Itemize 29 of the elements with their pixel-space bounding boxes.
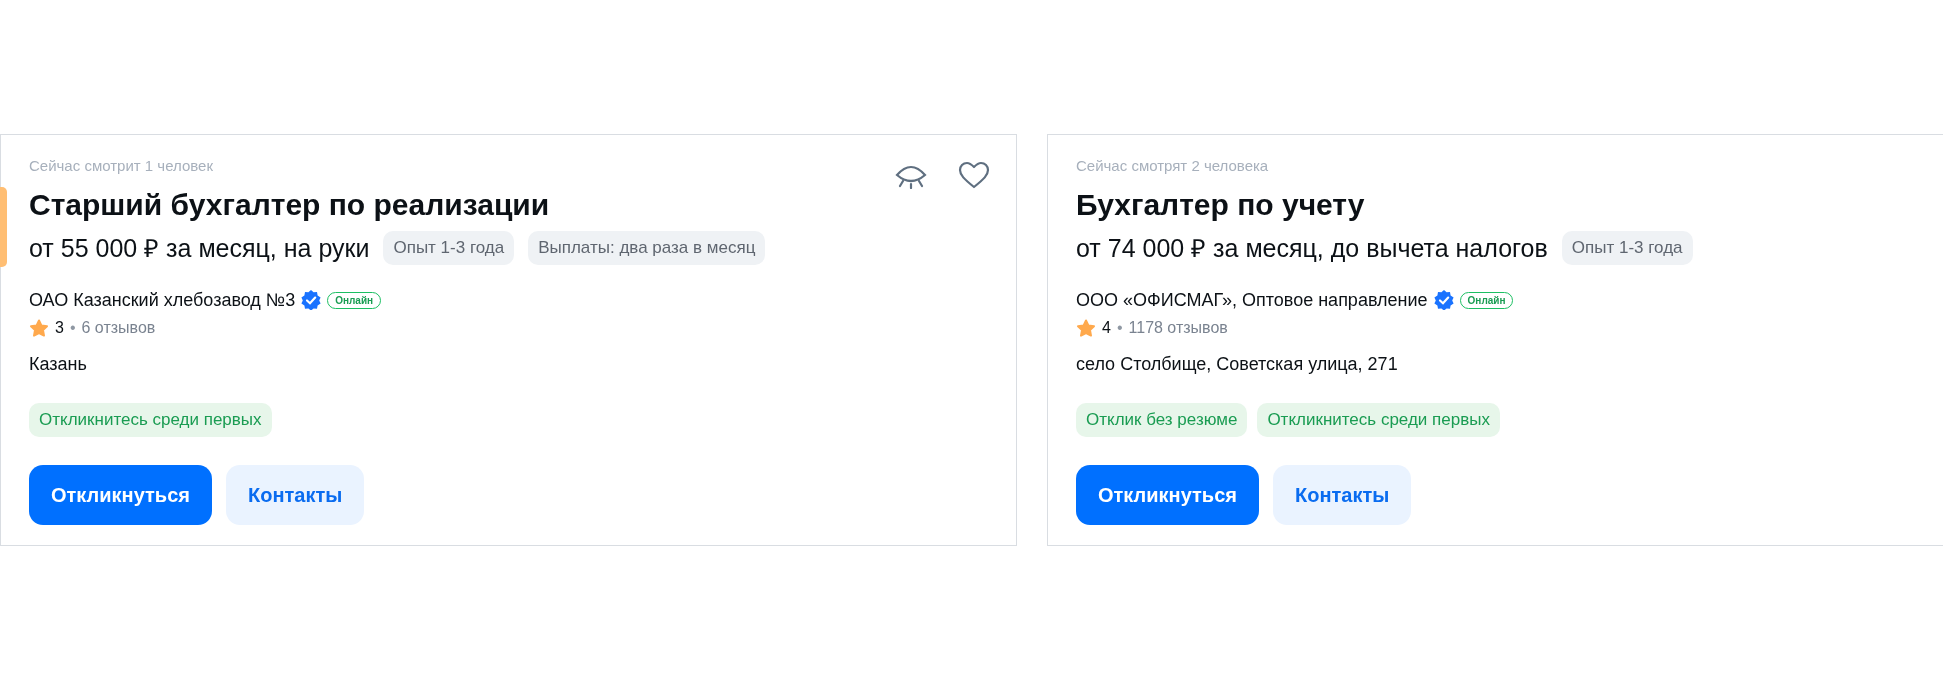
- separator-dot: •: [1116, 318, 1123, 338]
- reviews-link[interactable]: 1178 отзывов: [1128, 317, 1228, 339]
- salary: от 74 000 ₽ за месяц, до вычета налогов: [1076, 233, 1548, 264]
- company-name[interactable]: ООО «ОФИСМАГ», Оптовое направление: [1076, 287, 1428, 313]
- rating-value: 3: [55, 318, 64, 338]
- contacts-button[interactable]: Контакты: [1272, 465, 1412, 525]
- heart-icon[interactable]: [958, 161, 990, 189]
- info-tag: Выплаты: два раза в месяц: [528, 231, 766, 265]
- viewers-count: Сейчас смотрят 2 человека: [1076, 156, 1269, 176]
- star-icon: [29, 318, 49, 338]
- highlight-badge: Отклик без резюме: [1076, 403, 1248, 437]
- respond-button[interactable]: Откликнуться: [1076, 465, 1259, 525]
- star-icon: [1076, 318, 1096, 338]
- job-location: село Столбище, Советская улица, 271: [1076, 353, 1398, 376]
- rating-value: 4: [1102, 318, 1111, 338]
- separator-dot: •: [69, 318, 76, 338]
- company-name[interactable]: ОАО Казанский хлебозавод №3: [29, 287, 296, 313]
- salary: от 55 000 ₽ за месяц, на руки: [29, 233, 370, 264]
- respond-button[interactable]: Откликнуться: [29, 465, 212, 525]
- job-title[interactable]: Старший бухгалтер по реализации: [29, 187, 550, 223]
- job-location: Казань: [29, 353, 87, 376]
- reviews-link[interactable]: 6 отзывов: [81, 317, 156, 339]
- highlight-badge: Откликнитесь среди первых: [1257, 403, 1500, 437]
- viewers-count: Сейчас смотрит 1 человек: [29, 156, 213, 176]
- highlight-badge: Откликнитесь среди первых: [29, 403, 272, 437]
- info-tag: Опыт 1-3 года: [1561, 231, 1693, 265]
- info-tag: Опыт 1-3 года: [383, 231, 515, 265]
- job-title[interactable]: Бухгалтер по учету: [1076, 187, 1365, 223]
- contacts-button[interactable]: Контакты: [225, 465, 365, 525]
